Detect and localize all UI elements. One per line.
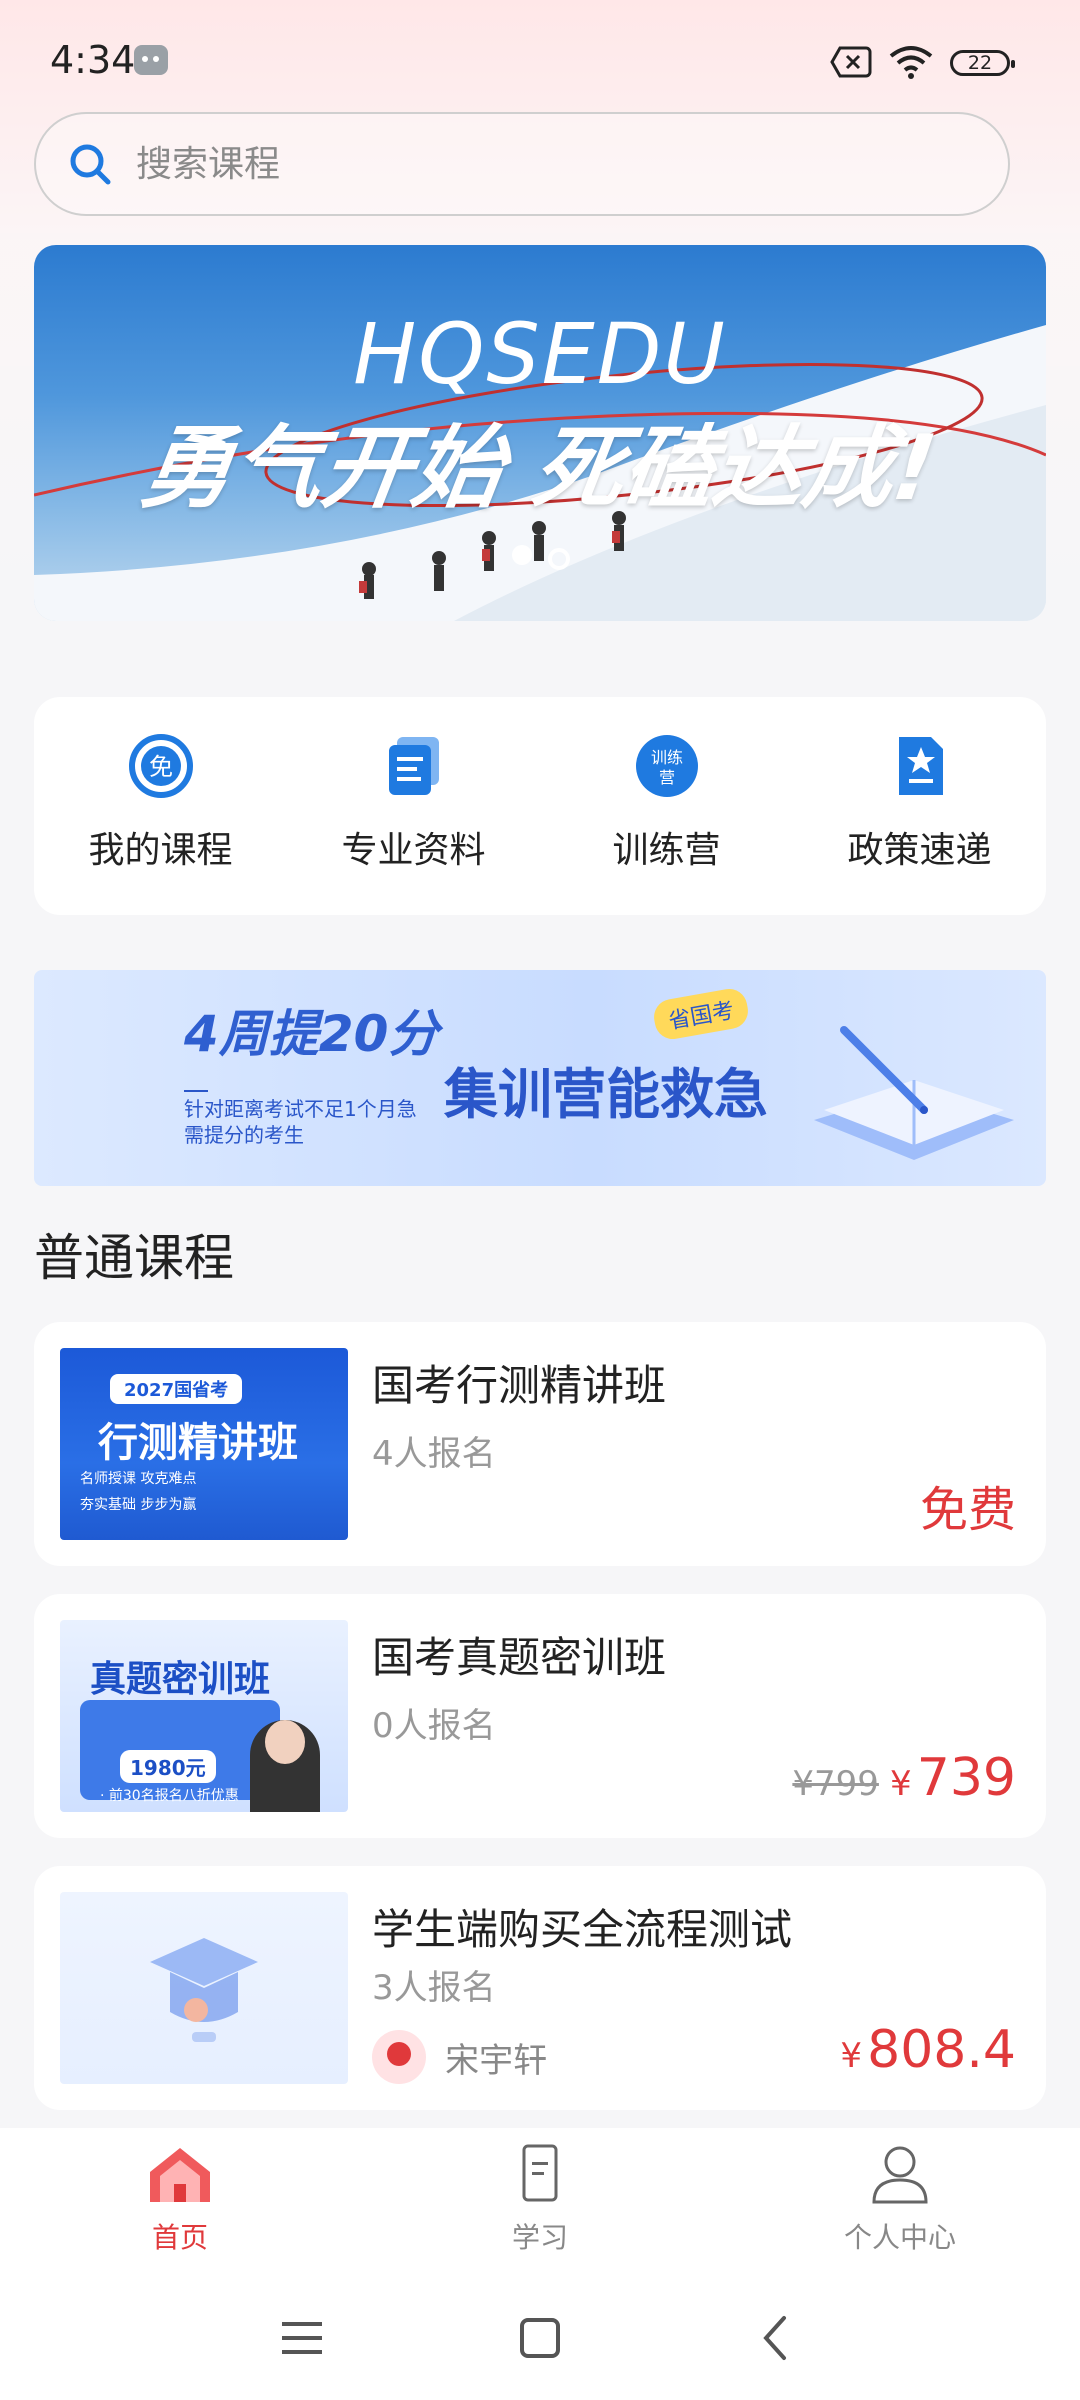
promo-description: 针对距离考试不足1个月急需提分的考生 — [184, 1097, 417, 1147]
document-icon — [522, 2144, 558, 2202]
course-enroll-count: 0人报名 — [372, 1706, 496, 1746]
course-thumbnail: 真题密训班 1980元 · 前30名报名八折优惠 — [60, 1620, 348, 1812]
thumbnail-line: 名师授课 攻克难点 — [80, 1471, 197, 1487]
quick-link-policy[interactable]: 政策速递 — [793, 733, 1046, 873]
hero-banner[interactable]: HQSEDU 勇气开始 死磕达成! — [34, 245, 1046, 621]
quick-link-materials[interactable]: 专业资料 — [287, 733, 540, 873]
thumbnail-tag: 2027国省考 — [110, 1374, 243, 1404]
promo-main: 集训营能救急 — [444, 1063, 768, 1126]
course-card[interactable]: 2027国省考 行测精讲班 名师授课 攻克难点 夯实基础 步步为赢 国考行测精讲… — [34, 1322, 1046, 1566]
teacher-name: 宋宇轩 — [445, 2040, 548, 2081]
course-enroll-count: 4人报名 — [372, 1434, 496, 1474]
pagination-dot[interactable] — [548, 548, 570, 570]
training-camp-icon: 训练 营 — [635, 735, 698, 797]
wifi-icon — [889, 46, 933, 79]
quick-link-label: 我的课程 — [88, 830, 233, 871]
course-enroll-count: 3人报名 — [372, 1968, 496, 2008]
quick-links-card: 免 我的课程 专业资料 训练 营 训练营 政策速递 — [34, 697, 1046, 915]
tab-label: 个人中心 — [843, 2221, 956, 2254]
sale-price: 808.4 — [867, 2020, 1016, 2080]
documents-icon — [388, 737, 439, 795]
course-title: 学生端购买全流程测试 — [372, 1905, 793, 1954]
quick-link-my-courses[interactable]: 免 我的课程 — [34, 733, 287, 873]
banner-brand: HQSEDU — [353, 305, 727, 403]
thumbnail-note: · 前30名报名八折优惠 — [100, 1788, 239, 1804]
bottom-tab-bar: 首页 学习 个人中心 — [0, 2128, 1080, 2268]
promo-banner[interactable]: 4周提20分 省国考 集训营能救急 针对距离考试不足1个月急需提分的考生 — [34, 970, 1046, 1186]
book-pen-illustration — [814, 1026, 1014, 1160]
pagination-dot-active[interactable] — [512, 545, 532, 565]
tab-home[interactable]: 首页 — [80, 2142, 280, 2256]
currency-symbol: ¥ — [840, 2036, 863, 2076]
battery-indicator: 22 — [950, 50, 1015, 76]
banner-slogan: 勇气开始 死磕达成! — [135, 416, 943, 521]
tab-label: 学习 — [511, 2221, 568, 2254]
course-card[interactable]: 学生端购买全流程测试 3人报名 宋宇轩 ¥ 808.4 — [34, 1866, 1046, 2110]
thumbnail-title: 真题密训班 — [90, 1659, 271, 1700]
course-thumbnail — [60, 1892, 348, 2084]
course-teacher: 宋宇轩 — [372, 2030, 547, 2084]
course-price-free: 免费 — [919, 1482, 1016, 1538]
status-time: 4:34 — [50, 38, 136, 82]
tab-study[interactable]: 学习 — [440, 2142, 640, 2256]
promo-divider — [184, 1090, 208, 1092]
promo-tag: 省国考 — [651, 986, 751, 1042]
home-square-icon[interactable] — [510, 2308, 570, 2368]
tab-profile[interactable]: 个人中心 — [800, 2142, 1000, 2256]
course-price: ¥799 ¥ 739 — [792, 1748, 1016, 1808]
no-sim-icon — [830, 46, 872, 78]
course-card[interactable]: 真题密训班 1980元 · 前30名报名八折优惠 国考真题密训班 0人报名 ¥7… — [34, 1594, 1046, 1838]
thumbnail-line: 夯实基础 步步为赢 — [80, 1497, 197, 1513]
currency-symbol: ¥ — [890, 1764, 912, 1804]
teacher-face — [265, 1720, 305, 1764]
original-price: ¥799 — [792, 1764, 879, 1804]
thumbnail-price: 1980元 — [120, 1750, 216, 1783]
free-badge-icon: 免 — [128, 734, 193, 798]
quick-link-label: 专业资料 — [341, 830, 486, 871]
quick-link-label: 政策速递 — [847, 830, 992, 871]
course-price: ¥ 808.4 — [840, 2020, 1016, 2080]
svg-text:营: 营 — [658, 768, 674, 787]
search-icon — [70, 144, 111, 185]
sale-price: 739 — [916, 1748, 1016, 1808]
course-title: 国考行测精讲班 — [372, 1361, 667, 1410]
thumbnail-title: 行测精讲班 — [98, 1420, 298, 1466]
svg-text:免: 免 — [149, 753, 173, 781]
menu-icon[interactable] — [272, 2308, 332, 2368]
policy-star-document-icon — [898, 737, 943, 795]
home-icon — [150, 2148, 210, 2202]
wechat-notification-icon — [134, 45, 168, 75]
course-thumbnail: 2027国省考 行测精讲班 名师授课 攻克难点 夯实基础 步步为赢 — [60, 1348, 348, 1540]
tab-label: 首页 — [151, 2221, 208, 2254]
user-icon — [872, 2146, 928, 2204]
search-placeholder: 搜索课程 — [136, 144, 281, 185]
quick-link-label: 训练营 — [612, 830, 721, 871]
svg-text:训练: 训练 — [650, 748, 682, 767]
back-icon[interactable] — [746, 2308, 806, 2368]
quick-link-training-camp[interactable]: 训练 营 训练营 — [540, 733, 793, 873]
promo-headline: 4周提20分 — [184, 1005, 439, 1063]
graduation-cap-icon — [150, 1938, 258, 2042]
section-title: 普通课程 — [34, 1229, 234, 1287]
search-input[interactable]: 搜索课程 — [34, 112, 1010, 216]
teacher-avatar — [372, 2030, 426, 2084]
course-title: 国考真题密训班 — [372, 1633, 667, 1682]
status-bar: 4:34 22 — [0, 0, 1080, 120]
system-navigation-bar — [0, 2268, 1080, 2400]
